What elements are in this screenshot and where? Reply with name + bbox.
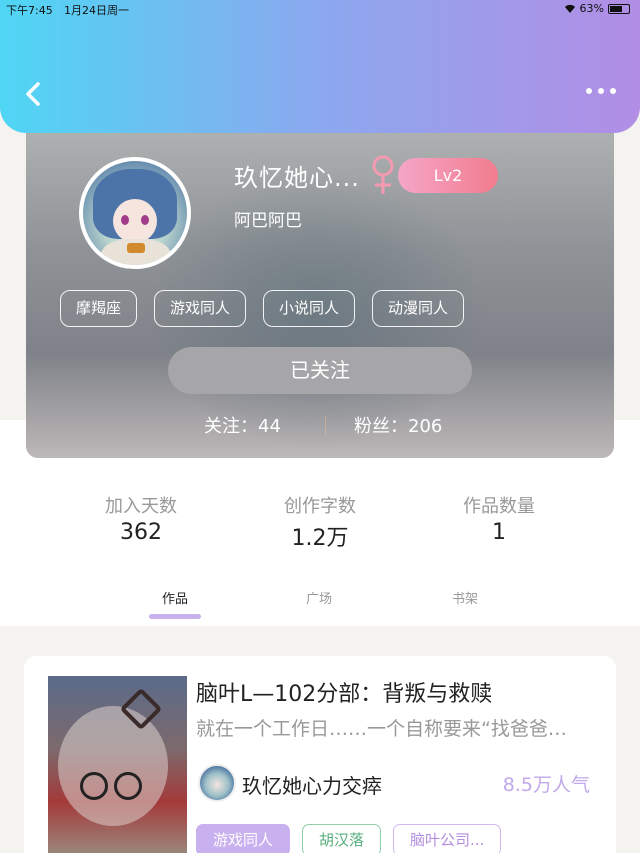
stats-card: 加入天数 362 创作字数 1.2万 作品数量 1	[52, 440, 588, 580]
stat-words-value: 1.2万	[291, 526, 349, 551]
work-title[interactable]: 脑叶L—102分部：背叛与救赎	[196, 676, 492, 708]
stat-works-value: 1	[492, 520, 506, 545]
profile-tag[interactable]: 小说同人	[263, 290, 356, 327]
tab-square[interactable]: 广场	[306, 588, 332, 607]
battery-percent: 63%	[579, 2, 604, 15]
stat-works-label: 作品数量	[463, 496, 535, 517]
work-tag[interactable]: 胡汉落	[302, 824, 382, 853]
wifi-icon	[564, 4, 575, 13]
following-count[interactable]: 关注：44	[204, 412, 281, 438]
work-description: 就在一个工作日……一个自称要来“找爸爸…	[196, 718, 567, 740]
status-time: 下午7:45	[6, 4, 53, 17]
tab-works[interactable]: 作品	[162, 588, 188, 607]
chevron-left-icon[interactable]	[22, 80, 46, 108]
profile-tag[interactable]: 动漫同人	[372, 290, 465, 327]
author-avatar[interactable]	[198, 764, 236, 802]
profile-tags: 摩羯座 游戏同人 小说同人 动漫同人	[60, 290, 465, 327]
battery-icon	[608, 3, 630, 14]
top-header: 下午7:45 1月24日周一 63%	[0, 0, 640, 133]
follow-counts: 关注：44 粉丝：206	[26, 412, 614, 440]
active-tab-indicator	[149, 614, 201, 619]
stat-days-value: 362	[120, 520, 162, 545]
avatar[interactable]	[79, 157, 191, 269]
status-date: 1月24日周一	[64, 4, 129, 17]
stat-days-label: 加入天数	[105, 496, 177, 517]
work-popularity: 8.5万人气	[502, 774, 590, 796]
status-bar: 下午7:45 1月24日周一 63%	[6, 2, 630, 18]
tab-bar: 作品 广场 书架	[0, 584, 640, 624]
work-card[interactable]: 脑叶L—102分部：背叛与救赎 就在一个工作日……一个自称要来“找爸爸… 玖忆她…	[24, 656, 616, 853]
work-tag[interactable]: 游戏同人	[196, 824, 291, 853]
work-tag[interactable]: 脑叶公司...	[393, 824, 502, 853]
status-right: 63%	[564, 2, 630, 15]
count-divider	[325, 416, 326, 436]
level-badge: Lv2	[398, 158, 498, 193]
tab-shelf[interactable]: 书架	[452, 588, 478, 607]
author-name[interactable]: 玖忆她心力交瘁	[242, 770, 382, 799]
nickname: 玖忆她心...	[234, 164, 360, 192]
stat-words: 创作字数 1.2万	[231, 492, 409, 552]
work-cover-image[interactable]	[48, 676, 187, 853]
signature: 阿巴阿巴	[234, 211, 302, 231]
profile-tag[interactable]: 游戏同人	[154, 290, 247, 327]
stat-days: 加入天数 362	[52, 492, 230, 545]
more-horizontal-icon[interactable]	[586, 88, 616, 94]
work-tags: 游戏同人 胡汉落 脑叶公司...	[196, 824, 502, 853]
fans-count[interactable]: 粉丝：206	[354, 412, 442, 438]
female-icon	[372, 155, 394, 194]
follow-button[interactable]: 已关注	[168, 347, 472, 394]
stat-words-label: 创作字数	[284, 496, 356, 517]
profile-card: 玖忆她心... Lv2 阿巴阿巴 摩羯座 游戏同人 小说同人 动漫同人 已关注 …	[26, 110, 614, 458]
profile-tag[interactable]: 摩羯座	[60, 290, 138, 327]
stat-works: 作品数量 1	[410, 492, 588, 545]
